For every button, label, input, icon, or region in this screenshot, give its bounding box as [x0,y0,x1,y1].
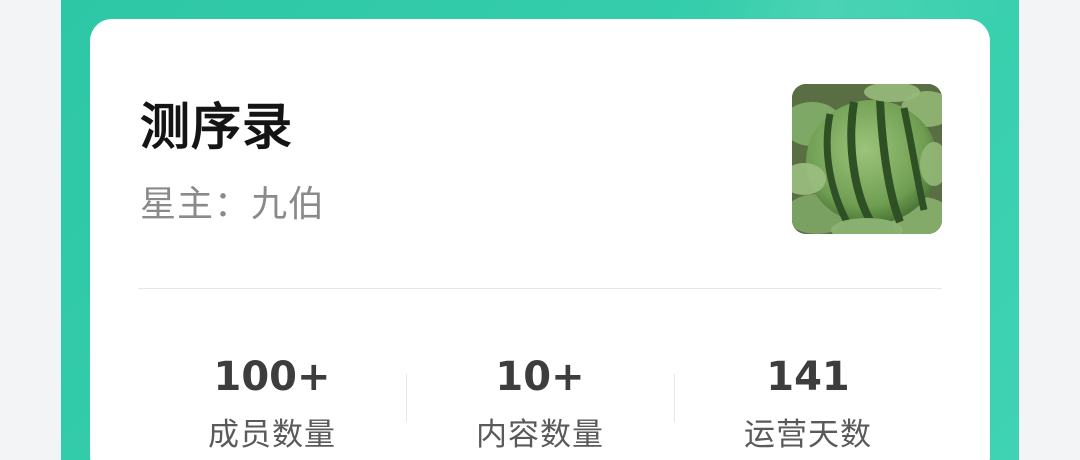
community-avatar[interactable] [792,84,942,234]
community-card[interactable]: 测序录 星主：九伯 100+ 成员数量 10+ 内容数量 141 运营天数 [90,19,990,460]
divider [138,288,942,289]
stat-days: 141 运营天数 [674,349,942,460]
owner-label: 星主：九伯 [140,184,326,225]
stat-value: 10+ [495,354,585,400]
watermelon-image [792,84,942,234]
community-title: 测序录 [140,98,293,156]
stat-value: 141 [766,354,850,400]
stats-row: 100+ 成员数量 10+ 内容数量 141 运营天数 [138,349,942,460]
page: 测序录 星主：九伯 100+ 成员数量 10+ 内容数量 141 运营天数 [0,0,1080,460]
stat-members: 100+ 成员数量 [138,349,406,460]
stat-contents: 10+ 内容数量 [406,349,674,460]
stat-label: 内容数量 [476,417,604,453]
stat-label: 成员数量 [208,417,336,453]
stat-label: 运营天数 [744,417,872,453]
stat-value: 100+ [213,354,331,400]
